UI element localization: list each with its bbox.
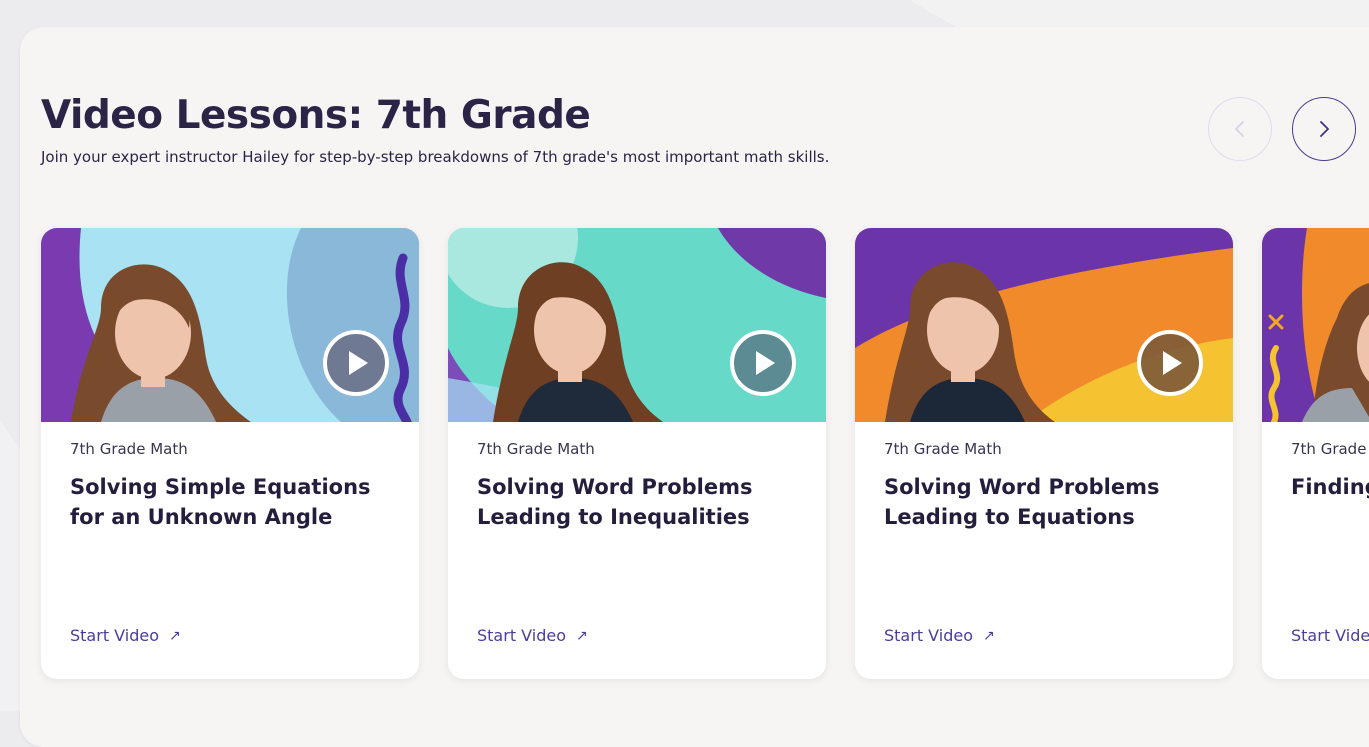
start-video-link[interactable]: Start Video ↗ (884, 626, 995, 645)
video-card[interactable]: 7th Grade Math Solving Word Problems Lea… (855, 228, 1233, 679)
video-card[interactable]: 7th Grade Math Solving Word Problems Lea… (448, 228, 826, 679)
start-video-link[interactable]: Start Video ↗ (477, 626, 588, 645)
chevron-right-icon (1320, 121, 1329, 137)
start-video-label: Start Video (477, 626, 566, 645)
card-category: 7th Grade Math (1291, 440, 1369, 458)
card-title[interactable]: Finding (1291, 472, 1369, 502)
start-video-label: Start Video (1291, 626, 1369, 645)
card-body: 7th Grade Math Solving Word Problems Lea… (477, 440, 807, 532)
chevron-left-icon (1235, 121, 1244, 137)
play-icon[interactable] (1136, 329, 1204, 397)
start-video-link[interactable]: Start Video ↗ (70, 626, 181, 645)
start-video-link[interactable]: Start Video ↗ (1291, 626, 1369, 645)
card-body: 7th Grade Math Finding (1291, 440, 1369, 502)
arrow-up-right-icon: ↗ (983, 627, 995, 644)
arrow-up-right-icon: ↗ (576, 627, 588, 644)
start-video-label: Start Video (884, 626, 973, 645)
card-body: 7th Grade Math Solving Simple Equations … (70, 440, 400, 532)
card-category: 7th Grade Math (884, 440, 1002, 458)
video-thumbnail[interactable] (41, 228, 419, 422)
video-lessons-panel: Video Lessons: 7th Grade Join your exper… (20, 27, 1369, 747)
start-video-label: Start Video (70, 626, 159, 645)
card-title[interactable]: Solving Simple Equations for an Unknown … (70, 472, 400, 532)
carousel-prev-button[interactable] (1208, 97, 1272, 161)
card-category: 7th Grade Math (70, 440, 188, 458)
card-title[interactable]: Solving Word Problems Leading to Equatio… (884, 472, 1214, 532)
play-icon[interactable] (322, 329, 390, 397)
play-icon[interactable] (729, 329, 797, 397)
video-thumbnail[interactable] (1262, 228, 1369, 422)
video-card[interactable]: 7th Grade Math Solving Simple Equations … (41, 228, 419, 679)
card-body: 7th Grade Math Solving Word Problems Lea… (884, 440, 1214, 532)
arrow-up-right-icon: ↗ (169, 627, 181, 644)
video-thumbnail[interactable] (448, 228, 826, 422)
thumbnail-scene (1262, 228, 1369, 422)
section-title: Video Lessons: 7th Grade (41, 93, 591, 138)
carousel-next-button[interactable] (1292, 97, 1356, 161)
card-category: 7th Grade Math (477, 440, 595, 458)
video-thumbnail[interactable] (855, 228, 1233, 422)
video-card[interactable]: 7th Grade Math Finding Start Video ↗ (1262, 228, 1369, 679)
card-title[interactable]: Solving Word Problems Leading to Inequal… (477, 472, 807, 532)
section-subtitle: Join your expert instructor Hailey for s… (41, 148, 830, 166)
